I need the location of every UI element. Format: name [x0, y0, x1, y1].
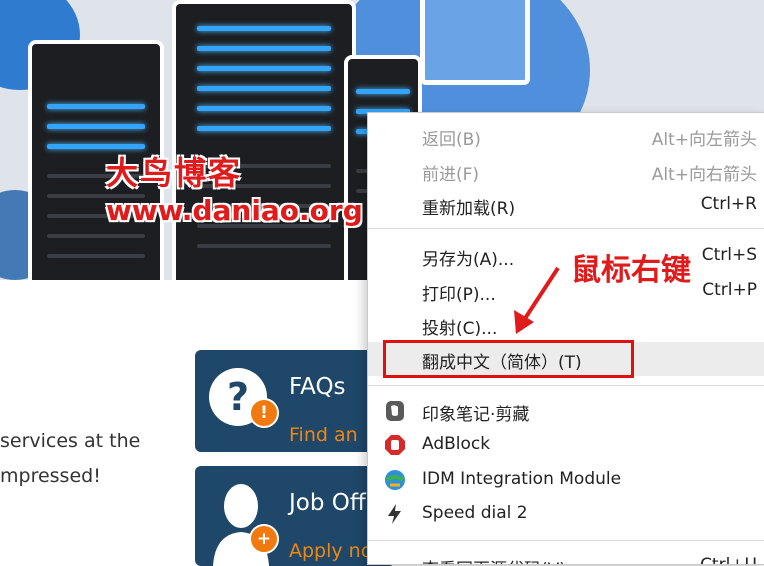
site-url-watermark: www.daniao.org: [106, 194, 363, 227]
menu-item-shortcut: Ctrl+U: [700, 555, 757, 565]
context-menu: 返回(B) Alt+向左箭头 前进(F) Alt+向右箭头 重新加载(R) Ct…: [367, 112, 764, 565]
menu-item-label: 前进(F): [422, 165, 480, 185]
alert-badge-icon: !: [249, 398, 279, 428]
adblock-icon: [384, 434, 406, 456]
menu-item-label: Speed dial 2: [422, 503, 528, 523]
menu-item-speed-dial[interactable]: Speed dial 2: [368, 497, 764, 531]
menu-item-shortcut: Ctrl+S: [701, 245, 757, 265]
body-text-line: services at the: [0, 430, 141, 452]
menu-item-shortcut: Ctrl+R: [700, 194, 757, 214]
card-title: FAQs: [289, 374, 346, 400]
menu-separator: [368, 540, 764, 541]
menu-item-label: 打印(P)...: [422, 285, 496, 305]
menu-item-label: 投射(C)...: [422, 319, 498, 339]
menu-item-label: AdBlock: [422, 434, 491, 454]
menu-item-shortcut: Alt+向左箭头: [651, 130, 757, 150]
svg-text:?: ?: [227, 375, 249, 419]
evernote-icon: [384, 400, 406, 422]
menu-item-label: IDM Integration Module: [422, 469, 622, 489]
monitor-graphic: [420, 0, 530, 85]
annotation-label: 鼠标右键: [571, 253, 691, 288]
menu-item-label: 印象笔记·剪藏: [422, 405, 530, 425]
menu-item-reload[interactable]: 重新加载(R) Ctrl+R: [368, 188, 764, 222]
plus-badge-icon: +: [249, 524, 279, 554]
lightning-icon: [384, 503, 406, 525]
job-card[interactable]: + Job Off Apply no: [195, 466, 395, 566]
annotation-highlight-box: [383, 340, 634, 378]
site-name-watermark: 大鸟博客: [106, 154, 243, 192]
body-text-line: mpressed!: [0, 465, 101, 487]
menu-item-label: 重新加载(R): [422, 199, 516, 219]
card-subtitle[interactable]: Find an: [289, 424, 358, 446]
menu-item-shortcut: Alt+向右箭头: [651, 165, 757, 185]
menu-item-evernote[interactable]: 印象笔记·剪藏: [368, 394, 764, 428]
menu-item-shortcut: Ctrl+P: [702, 280, 757, 300]
menu-item-forward[interactable]: 前进(F) Alt+向右箭头: [368, 154, 764, 188]
card-title: Job Off: [289, 490, 366, 516]
menu-item-label: 查看网页源代码(V): [422, 555, 566, 564]
menu-item-label: 返回(B): [422, 130, 481, 150]
menu-item-back[interactable]: 返回(B) Alt+向左箭头: [368, 119, 764, 153]
menu-item-adblock[interactable]: AdBlock: [368, 428, 764, 462]
menu-separator: [368, 385, 764, 386]
menu-separator: [368, 228, 764, 229]
faq-card[interactable]: ? ! FAQs Find an: [195, 350, 395, 452]
menu-item-idm[interactable]: IDM Integration Module: [368, 463, 764, 497]
card-subtitle[interactable]: Apply no: [289, 540, 372, 562]
annotation-arrow-icon: [514, 266, 560, 334]
idm-icon: [384, 469, 406, 491]
server-graphic: [172, 0, 356, 280]
